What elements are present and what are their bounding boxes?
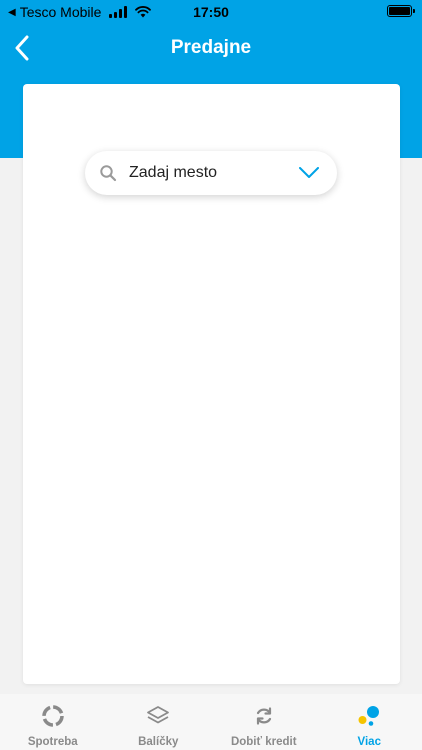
tab-label: Dobiť kredit <box>230 736 297 748</box>
tab-viac[interactable]: Viac <box>317 694 422 750</box>
refresh-icon <box>251 703 277 729</box>
tab-balicky[interactable]: Balíčky <box>106 694 212 750</box>
search-icon <box>100 165 117 182</box>
status-time: 17:50 <box>193 4 229 20</box>
status-bar: ◀ Tesco Mobile 17:50 <box>0 0 422 24</box>
usage-ring-icon <box>40 703 66 729</box>
chevron-down-icon[interactable] <box>299 167 319 179</box>
layers-icon <box>145 703 171 729</box>
city-select-field[interactable]: Zadaj mesto <box>85 151 337 195</box>
tab-bar: Spotreba Balíčky Dobiť kredit Viac <box>0 694 422 750</box>
stores-screen: ◀ Tesco Mobile 17:50 Predajne Zadaj mest… <box>0 0 422 750</box>
battery-icon <box>387 5 415 17</box>
city-select-placeholder: Zadaj mesto <box>129 164 218 181</box>
tab-dobit-kredit[interactable]: Dobiť kredit <box>211 694 317 750</box>
more-dots-icon <box>356 703 382 729</box>
tab-label: Viac <box>357 736 381 748</box>
tab-label: Balíčky <box>138 736 179 748</box>
tab-label: Spotreba <box>27 736 78 748</box>
navigation-bar: Predajne <box>0 28 422 68</box>
page-title: Predajne <box>170 37 252 58</box>
tab-spotreba[interactable]: Spotreba <box>0 694 106 750</box>
